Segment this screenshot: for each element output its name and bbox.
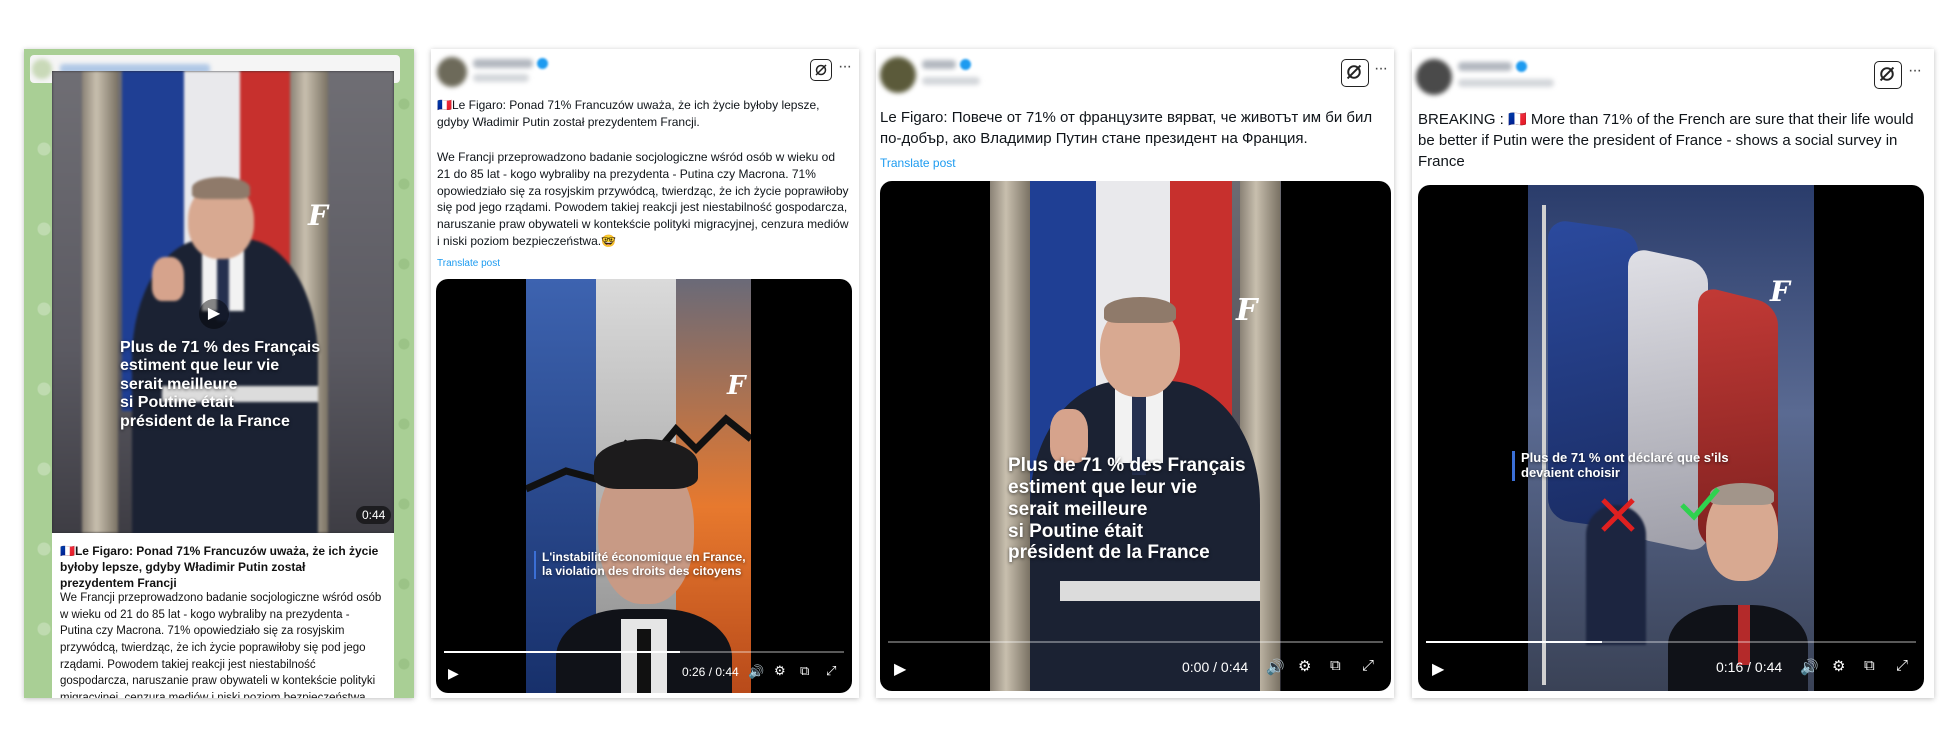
play-icon[interactable]: ▶ (199, 299, 229, 329)
video-overlay-text: Plus de 71 % ont déclaré que s'ils devai… (1512, 450, 1729, 481)
video-time: 0:26 / 0:44 (682, 665, 739, 679)
play-icon[interactable]: ▶ (448, 665, 459, 682)
progress-bar[interactable] (1426, 641, 1916, 643)
figaro-logo: F (1236, 293, 1258, 328)
grok-icon[interactable] (1874, 61, 1902, 89)
video-thumbnail[interactable]: F ▶ Plus de 71 % des Français estiment q… (52, 71, 394, 533)
author-name-blurred[interactable] (922, 60, 956, 69)
video-overlay-text: Plus de 71 % des Français estiment que l… (1008, 455, 1246, 564)
pip-icon[interactable]: ⧉ (1864, 657, 1875, 674)
progress-bar[interactable] (888, 641, 1383, 643)
pip-icon[interactable]: ⧉ (1330, 657, 1341, 674)
verified-badge-icon (960, 59, 971, 70)
tweet-text-line1: 🇫🇷Le Figaro: Ponad 71% Francuzów uważa, … (437, 98, 820, 129)
volume-icon[interactable]: 🔊 (748, 664, 764, 680)
tweet-text-body: We Francji przeprowadzono badanie socjol… (437, 150, 849, 248)
volume-icon[interactable]: 🔊 (1266, 658, 1285, 676)
tweet-panel-english: ··· BREAKING : 🇫🇷 More than 71% of the F… (1412, 49, 1934, 698)
play-icon[interactable]: ▶ (894, 659, 906, 679)
tweet-panel-polish: ··· 🇫🇷Le Figaro: Ponad 71% Francuzów uwa… (431, 49, 859, 698)
translate-post-link[interactable]: Translate post (437, 258, 500, 269)
settings-icon[interactable]: ⚙ (1298, 657, 1311, 675)
play-icon[interactable]: ▶ (1432, 659, 1444, 679)
author-handle-blurred (922, 77, 980, 85)
video-controls: ▶ 0:26 / 0:44 🔊 ⚙ ⧉ ⤢ (436, 651, 852, 693)
settings-icon[interactable]: ⚙ (774, 663, 786, 679)
settings-icon[interactable]: ⚙ (1832, 657, 1845, 675)
pip-icon[interactable]: ⧉ (800, 663, 809, 679)
figaro-logo: F (1770, 275, 1790, 308)
tweet-text: Le Figaro: Повече от 71% от французите в… (880, 109, 1373, 147)
video-player[interactable]: F Plus de 71 % des Français estiment que… (880, 181, 1391, 691)
video-overlay-text: Plus de 71 % des Français estiment que l… (120, 339, 321, 430)
more-icon[interactable]: ··· (838, 58, 852, 76)
author-name-blurred[interactable] (1458, 62, 1512, 71)
video-player[interactable]: F Plus de 71 % ont déclaré que s'ils dev… (1418, 185, 1924, 691)
caption-headline: 🇫🇷Le Figaro: Ponad 71% Francuzów uważa, … (60, 544, 379, 591)
figaro-logo: F (727, 371, 746, 401)
fullscreen-icon[interactable]: ⤢ (826, 663, 836, 679)
figaro-logo: F (308, 199, 328, 232)
video-duration-badge: 0:44 (356, 506, 392, 524)
avatar[interactable] (437, 57, 467, 87)
tweet-text: BREAKING : 🇫🇷 More than 71% of the Frenc… (1418, 111, 1914, 170)
tweet-panel-bulgarian: ··· Le Figaro: Повече от 71% от французи… (876, 49, 1394, 698)
fullscreen-icon[interactable]: ⤢ (1362, 657, 1374, 674)
video-time: 0:00 / 0:44 (1182, 659, 1249, 675)
avatar[interactable] (880, 57, 916, 93)
verified-badge-icon (537, 58, 548, 69)
more-icon[interactable]: ··· (1374, 60, 1388, 78)
translate-post-link[interactable]: Translate post (880, 156, 956, 170)
author-name-blurred[interactable] (473, 59, 533, 68)
progress-bar[interactable] (444, 651, 844, 653)
telegram-post-panel: F ▶ Plus de 71 % des Français estiment q… (24, 49, 414, 698)
avatar[interactable] (1416, 59, 1452, 95)
message-caption: 🇫🇷Le Figaro: Ponad 71% Francuzów uważa, … (52, 533, 394, 698)
more-icon[interactable]: ··· (1908, 62, 1922, 80)
video-controls: ▶ 0:16 / 0:44 🔊 ⚙ ⧉ ⤢ (1418, 641, 1924, 691)
caption-body: We Francji przeprowadzono badanie socjol… (60, 592, 382, 698)
verified-badge-icon (1516, 61, 1527, 72)
author-handle-blurred (1458, 79, 1554, 87)
author-handle-blurred (473, 74, 529, 82)
volume-icon[interactable]: 🔊 (1800, 658, 1819, 676)
video-time: 0:16 / 0:44 (1716, 659, 1783, 675)
grok-icon[interactable] (1341, 59, 1369, 87)
video-controls: ▶ 0:00 / 0:44 🔊 ⚙ ⧉ ⤢ (880, 641, 1391, 691)
video-player[interactable]: F L'instabilité économique en France, la… (436, 279, 852, 693)
fullscreen-icon[interactable]: ⤢ (1896, 657, 1908, 674)
video-overlay-text: L'instabilité économique en France, la v… (534, 550, 746, 579)
grok-icon[interactable] (810, 59, 832, 81)
